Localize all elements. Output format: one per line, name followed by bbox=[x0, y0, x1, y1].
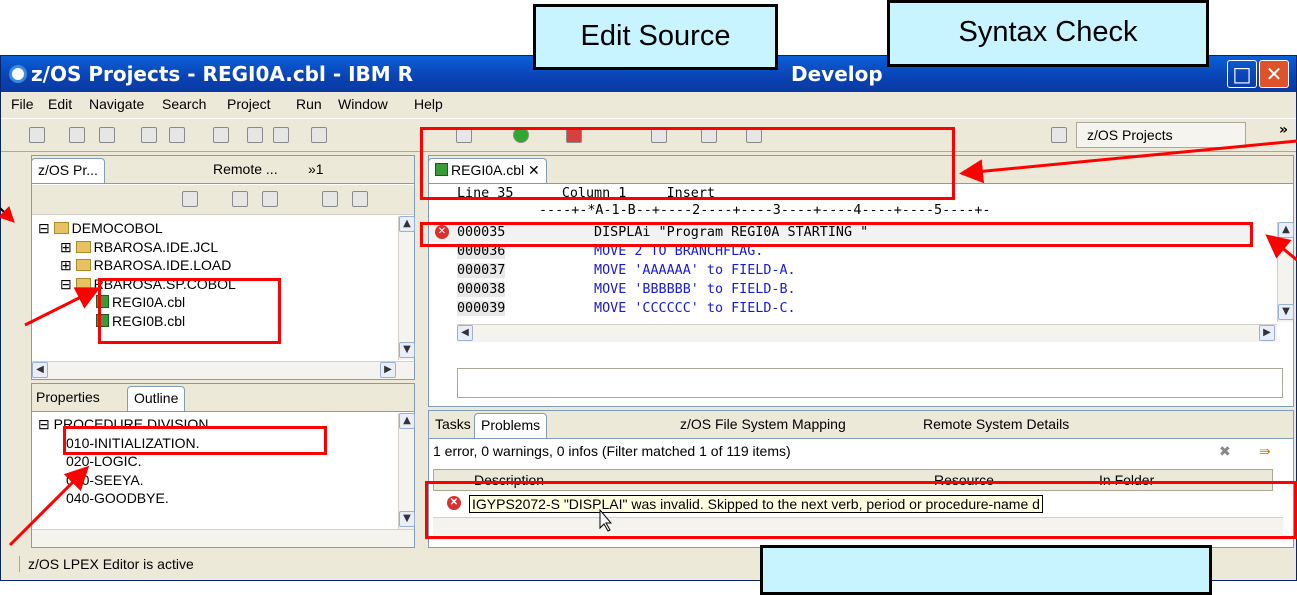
line-number: 000038 bbox=[457, 282, 506, 297]
scroll-down-icon[interactable]: ▼ bbox=[1278, 304, 1294, 320]
scroll-down-icon[interactable]: ▼ bbox=[399, 511, 415, 527]
undo-icon[interactable] bbox=[141, 127, 157, 143]
tab-file-system-mapping[interactable]: z/OS File System Mapping bbox=[674, 413, 852, 438]
outline-item[interactable]: 040-GOODBYE. bbox=[38, 489, 212, 508]
tab-zos-projects[interactable]: z/OS Pr... bbox=[31, 158, 105, 183]
project-explorer: z/OS Pr... Remote ... »1 ⊟ DEMOCOBOL ⊞ R… bbox=[31, 155, 415, 380]
command-line[interactable] bbox=[457, 368, 1283, 398]
scroll-right-icon[interactable]: ▶ bbox=[380, 362, 396, 378]
toolbar-icon[interactable] bbox=[247, 127, 263, 143]
highlight-outline bbox=[63, 426, 327, 455]
problems-summary: 1 error, 0 warnings, 0 infos (Filter mat… bbox=[433, 443, 791, 459]
toolbar-icon[interactable] bbox=[273, 127, 289, 143]
view-toolbar bbox=[32, 185, 414, 215]
edit-source-callout: Edit Source bbox=[533, 4, 778, 70]
perspective-label: z/OS Projects bbox=[1087, 127, 1173, 143]
scroll-up-icon[interactable]: ▲ bbox=[1278, 222, 1294, 238]
code-line[interactable]: 000039 MOVE 'CCCCCC' to FIELD-C. bbox=[457, 299, 868, 318]
close-button[interactable]: ✕ bbox=[1259, 60, 1289, 88]
window-title: z/OS Projects - REGI0A.cbl - IBM R bbox=[31, 62, 414, 86]
outline-item[interactable]: 030-SEEYA. bbox=[38, 471, 212, 490]
new-icon[interactable] bbox=[29, 127, 45, 143]
code-line[interactable]: 000038 MOVE 'BBBBBB' to FIELD-B. bbox=[457, 280, 868, 299]
tab-properties[interactable]: Properties bbox=[30, 386, 106, 411]
line-number: 000037 bbox=[457, 263, 506, 278]
horizontal-scrollbar[interactable]: ◀ ▶ bbox=[457, 324, 1277, 342]
folder-icon bbox=[75, 277, 91, 290]
bottom-tabs: Tasks Problems z/OS File System Mapping … bbox=[429, 411, 1293, 439]
scroll-right-icon[interactable]: ▶ bbox=[1259, 325, 1275, 341]
line-text: MOVE 'AAAAAA' to FIELD-A. bbox=[505, 263, 796, 278]
line-text: MOVE 'BBBBBB' to FIELD-B. bbox=[505, 282, 796, 297]
syntax-check-callout: Syntax Check bbox=[887, 0, 1209, 67]
forward-icon[interactable] bbox=[262, 191, 278, 207]
toolbar-icon[interactable] bbox=[311, 127, 327, 143]
redo-icon[interactable] bbox=[169, 127, 185, 143]
scroll-left-icon[interactable]: ◀ bbox=[457, 325, 473, 341]
menu-run[interactable]: Run bbox=[296, 96, 322, 112]
filter-icon[interactable]: ⇛ bbox=[1259, 444, 1271, 460]
perspective-switcher[interactable]: z/OS Projects bbox=[1076, 122, 1246, 148]
column-ruler: ----+-*A-1-B--+----2----+----3----+----4… bbox=[539, 203, 991, 218]
link-editor-icon[interactable] bbox=[352, 191, 368, 207]
line-text: MOVE 'CCCCCC' to FIELD-C. bbox=[505, 301, 796, 316]
tabs: Properties Outline bbox=[32, 384, 414, 412]
save-icon[interactable] bbox=[69, 127, 85, 143]
toolbar-icon[interactable] bbox=[182, 191, 198, 207]
delete-icon[interactable]: ✖ bbox=[1219, 444, 1231, 460]
outline-panel: Properties Outline ⊟ PROCEDURE DIVISION.… bbox=[31, 383, 415, 548]
app-icon bbox=[9, 65, 27, 83]
tab-remote-system-details[interactable]: Remote System Details bbox=[917, 413, 1075, 438]
maximize-button[interactable]: □ bbox=[1227, 60, 1257, 88]
bottom-callout bbox=[760, 545, 1212, 595]
collapse-all-icon[interactable] bbox=[322, 191, 338, 207]
more-perspectives-icon[interactable]: » bbox=[1279, 122, 1288, 138]
menu-file[interactable]: File bbox=[11, 96, 34, 112]
open-perspective-icon[interactable] bbox=[1051, 127, 1067, 143]
scroll-down-icon[interactable]: ▼ bbox=[399, 342, 415, 358]
tab-outline[interactable]: Outline bbox=[127, 386, 186, 411]
highlight-toolbar-status bbox=[420, 127, 955, 200]
tab-overflow[interactable]: »1 bbox=[302, 158, 330, 183]
menu-bar: File Edit Navigate Search Project Run Wi… bbox=[1, 93, 1296, 117]
folder-icon bbox=[53, 222, 69, 234]
highlight-error-line bbox=[420, 222, 1253, 247]
folder-icon bbox=[75, 240, 91, 253]
line-number: 000039 bbox=[457, 301, 506, 316]
menu-project[interactable]: Project bbox=[227, 96, 271, 112]
vertical-scrollbar[interactable]: ▲ ▼ bbox=[398, 216, 415, 360]
print-icon[interactable] bbox=[99, 127, 115, 143]
highlight-problem bbox=[425, 481, 1297, 539]
tab-remote[interactable]: Remote ... bbox=[207, 158, 284, 183]
toolbar-icon[interactable] bbox=[213, 127, 229, 143]
tab-problems[interactable]: Problems bbox=[474, 413, 548, 438]
scroll-left-icon[interactable]: ◀ bbox=[32, 362, 48, 378]
menu-navigate[interactable]: Navigate bbox=[89, 96, 144, 112]
vertical-scrollbar[interactable]: ▲ ▼ bbox=[1277, 222, 1294, 322]
horizontal-scrollbar[interactable] bbox=[32, 529, 414, 547]
tabs: z/OS Pr... Remote ... »1 bbox=[31, 156, 414, 184]
scroll-up-icon[interactable]: ▲ bbox=[399, 413, 415, 429]
status-text: z/OS LPEX Editor is active bbox=[19, 556, 194, 572]
highlight-file bbox=[98, 278, 281, 344]
tree-item-democobol[interactable]: ⊟ DEMOCOBOL bbox=[38, 219, 236, 238]
folder-icon bbox=[75, 259, 91, 271]
tree-item-ide-load[interactable]: ⊞ RBAROSA.IDE.LOAD bbox=[38, 256, 236, 275]
tab-tasks[interactable]: Tasks bbox=[429, 413, 477, 438]
horizontal-scrollbar[interactable]: ◀ ▶ bbox=[32, 361, 414, 379]
scroll-up-icon[interactable]: ▲ bbox=[399, 216, 415, 232]
menu-search[interactable]: Search bbox=[162, 96, 206, 112]
code-line[interactable]: 000037 MOVE 'AAAAAA' to FIELD-A. bbox=[457, 261, 868, 280]
window-title-right: Develop bbox=[791, 62, 883, 86]
vertical-scrollbar[interactable]: ▲ ▼ bbox=[398, 413, 415, 529]
menu-help[interactable]: Help bbox=[414, 96, 443, 112]
menu-window[interactable]: Window bbox=[338, 96, 388, 112]
tree-item-ide-jcl[interactable]: ⊞ RBAROSA.IDE.JCL bbox=[38, 238, 236, 257]
menu-edit[interactable]: Edit bbox=[48, 96, 72, 112]
back-icon[interactable] bbox=[232, 191, 248, 207]
